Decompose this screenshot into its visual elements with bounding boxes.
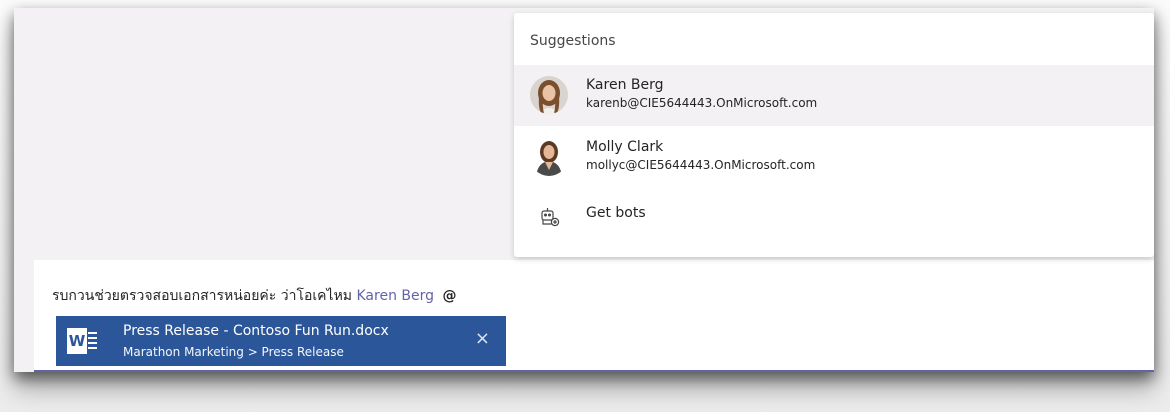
person-email: karenb@CIE5644443.OnMicrosoft.com	[586, 96, 818, 110]
get-bots-label: Get bots	[586, 205, 646, 221]
chat-window: รบกวนช่วยตรวจสอบเอกสารหน่อยค่ะ ว่าโอเคไห…	[14, 8, 1154, 372]
word-icon: W	[67, 328, 97, 354]
suggestion-karen-berg[interactable]: Karen Berg karenb@CIE5644443.OnMicrosoft…	[514, 65, 1154, 126]
compose-underline	[34, 370, 1154, 372]
compose-box[interactable]: รบกวนช่วยตรวจสอบเอกสารหน่อยค่ะ ว่าโอเคไห…	[34, 260, 1154, 372]
bot-add-icon	[539, 207, 561, 227]
mention-karen-berg[interactable]: Karen Berg	[357, 288, 435, 304]
attachment-title: Press Release - Contoso Fun Run.docx	[123, 323, 389, 339]
suggestion-molly-clark[interactable]: Molly Clark mollyc@CIE5644443.OnMicrosof…	[514, 127, 1154, 188]
message-text-line[interactable]: รบกวนช่วยตรวจสอบเอกสารหน่อยค่ะ ว่าโอเคไห…	[52, 285, 456, 307]
attachment-path: Marathon Marketing > Press Release	[123, 345, 344, 359]
get-bots-item[interactable]: Get bots	[514, 191, 1154, 239]
mention-suggestions-popup: Suggestions Karen Berg karenb@CIE5644443…	[514, 13, 1154, 257]
person-email: mollyc@CIE5644443.OnMicrosoft.com	[586, 158, 816, 172]
file-attachment-card[interactable]: W Press Release - Contoso Fun Run.docx M…	[56, 316, 506, 366]
avatar	[530, 76, 568, 114]
remove-attachment-button[interactable]: ×	[475, 330, 490, 348]
person-name: Karen Berg	[586, 77, 664, 93]
person-name: Molly Clark	[586, 139, 664, 155]
suggestions-header: Suggestions	[530, 33, 616, 49]
message-text: รบกวนช่วยตรวจสอบเอกสารหน่อยค่ะ ว่าโอเคไห…	[52, 288, 353, 304]
avatar	[530, 138, 568, 176]
at-mention-icon[interactable]: @	[442, 288, 456, 304]
